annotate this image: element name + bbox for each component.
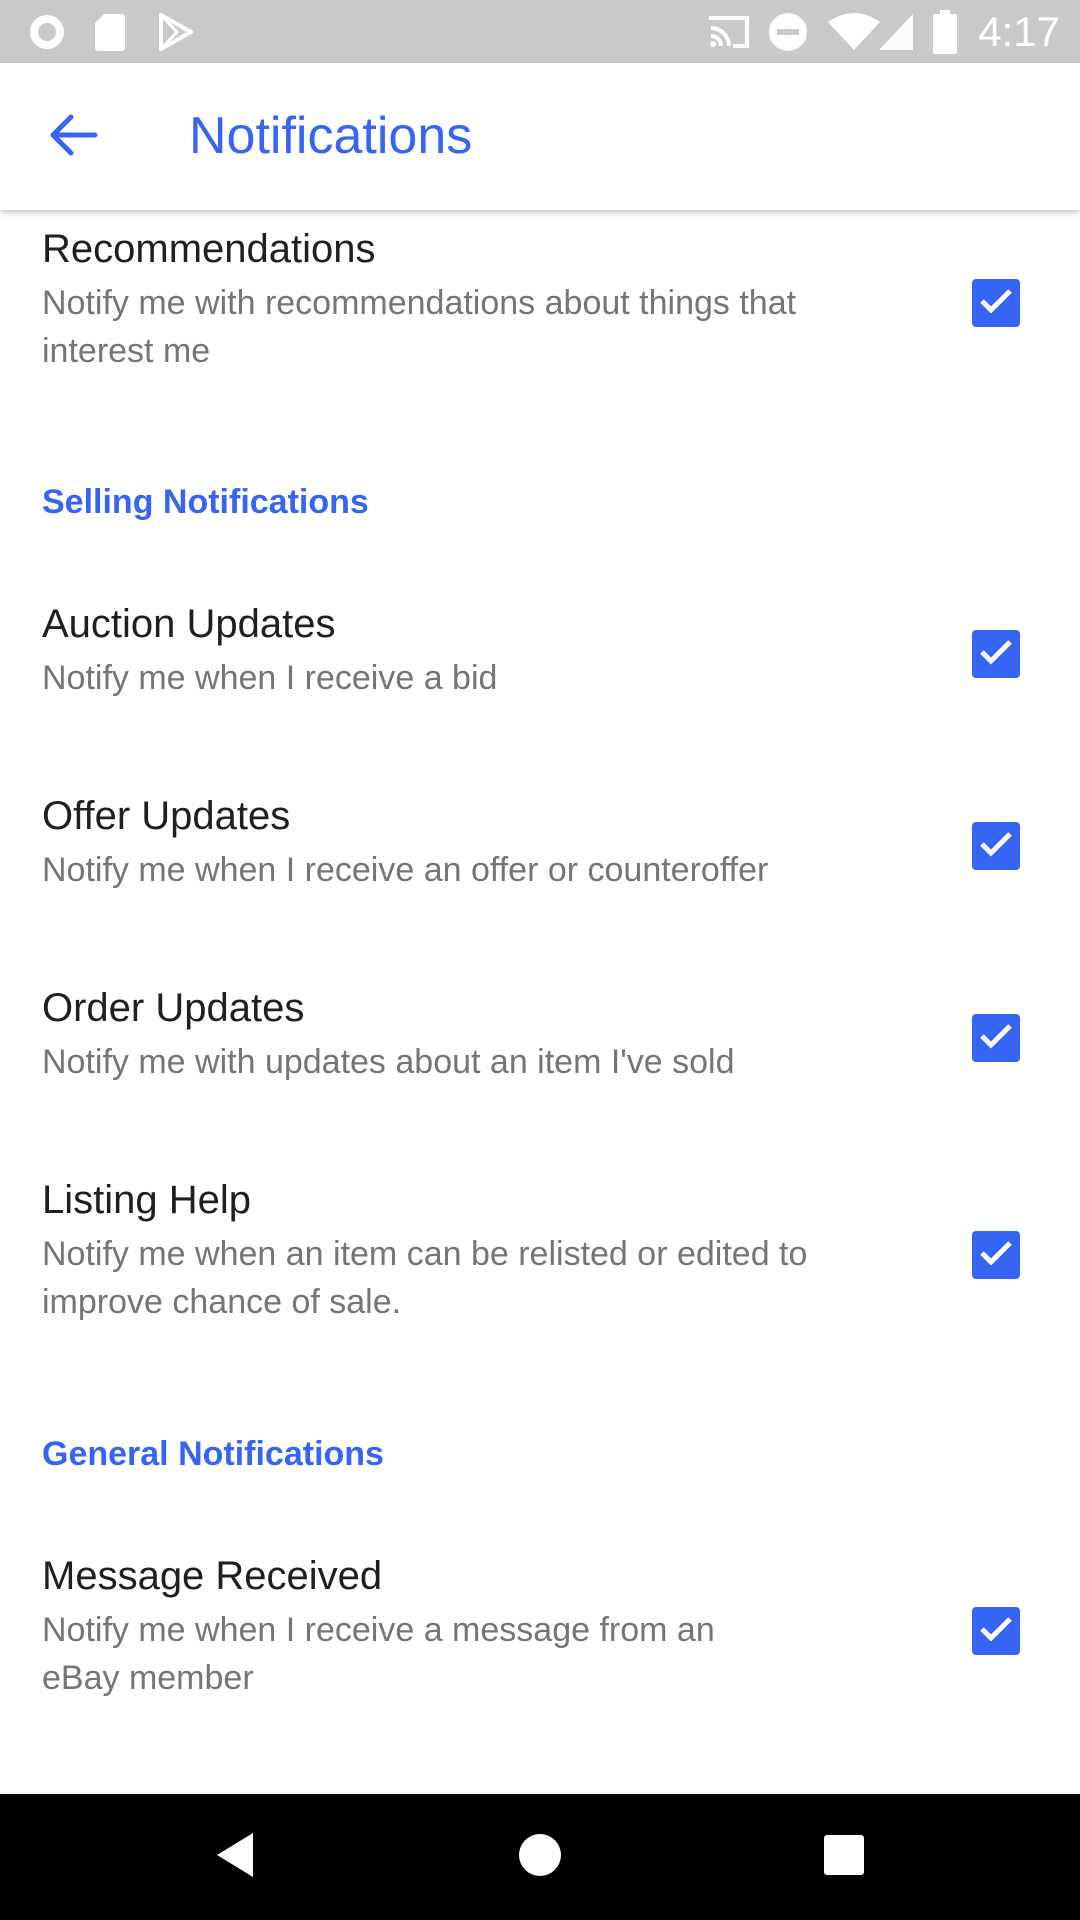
message-received-checkbox[interactable] (972, 1607, 1020, 1655)
record-icon (22, 0, 72, 63)
setting-order-updates[interactable]: Order Updates Notify me with updates abo… (0, 984, 1080, 1104)
status-bar: 4:17 (0, 0, 1080, 63)
page-title: Notifications (189, 107, 473, 165)
wifi-icon (824, 0, 884, 63)
listing-help-checkbox[interactable] (972, 1231, 1020, 1279)
setting-description: Notify me when I receive an offer or cou… (42, 851, 769, 889)
setting-auction-updates[interactable]: Auction Updates Notify me when I receive… (0, 600, 1080, 720)
check-icon (979, 1615, 1013, 1648)
setting-description: Notify me with recommendations about thi… (42, 284, 797, 370)
section-header-general: General Notifications (42, 1435, 384, 1473)
nav-recents-button[interactable] (784, 1794, 904, 1920)
setting-title: Recommendations (42, 227, 376, 271)
back-triangle-icon (213, 1831, 257, 1884)
setting-offer-updates[interactable]: Offer Updates Notify me when I receive a… (0, 792, 1080, 912)
back-button[interactable] (30, 97, 118, 177)
arrow-back-icon (49, 113, 99, 162)
recommendations-checkbox[interactable] (972, 279, 1020, 327)
offer-updates-checkbox[interactable] (972, 822, 1020, 870)
check-icon (979, 638, 1013, 671)
status-time: 4:17 (978, 8, 1060, 55)
section-header-selling: Selling Notifications (42, 483, 369, 521)
sd-card-icon (90, 0, 130, 63)
setting-listing-help[interactable]: Listing Help Notify me when an item can … (0, 1176, 1080, 1346)
battery-icon (930, 0, 960, 63)
settings-list: Recommendations Notify me with recommend… (0, 210, 1080, 1794)
play-store-icon (150, 0, 200, 63)
setting-description: Notify me when I receive a message from … (42, 1611, 715, 1697)
setting-message-received[interactable]: Message Received Notify me when I receiv… (0, 1552, 1080, 1722)
setting-title: Auction Updates (42, 602, 336, 646)
setting-title: Message Received (42, 1554, 383, 1598)
check-icon (979, 830, 1013, 863)
check-icon (979, 1022, 1013, 1055)
setting-description: Notify me with updates about an item I'v… (42, 1043, 735, 1081)
order-updates-checkbox[interactable] (972, 1014, 1020, 1062)
check-icon (979, 287, 1013, 320)
setting-title: Offer Updates (42, 794, 291, 838)
setting-title: Listing Help (42, 1178, 252, 1222)
setting-title: Order Updates (42, 986, 305, 1030)
do-not-disturb-icon (766, 0, 810, 63)
nav-back-button[interactable] (175, 1794, 295, 1920)
check-icon (979, 1239, 1013, 1272)
auction-updates-checkbox[interactable] (972, 630, 1020, 678)
navigation-bar (0, 1794, 1080, 1920)
setting-description: Notify me when an item can be relisted o… (42, 1235, 808, 1321)
cast-icon (705, 0, 753, 63)
app-bar: Notifications (0, 63, 1080, 210)
recents-square-icon (823, 1834, 865, 1881)
nav-home-button[interactable] (480, 1794, 600, 1920)
setting-description: Notify me when I receive a bid (42, 659, 498, 697)
signal-icon (876, 0, 916, 63)
home-circle-icon (517, 1832, 563, 1883)
setting-recommendations[interactable]: Recommendations Notify me with recommend… (0, 225, 1080, 425)
